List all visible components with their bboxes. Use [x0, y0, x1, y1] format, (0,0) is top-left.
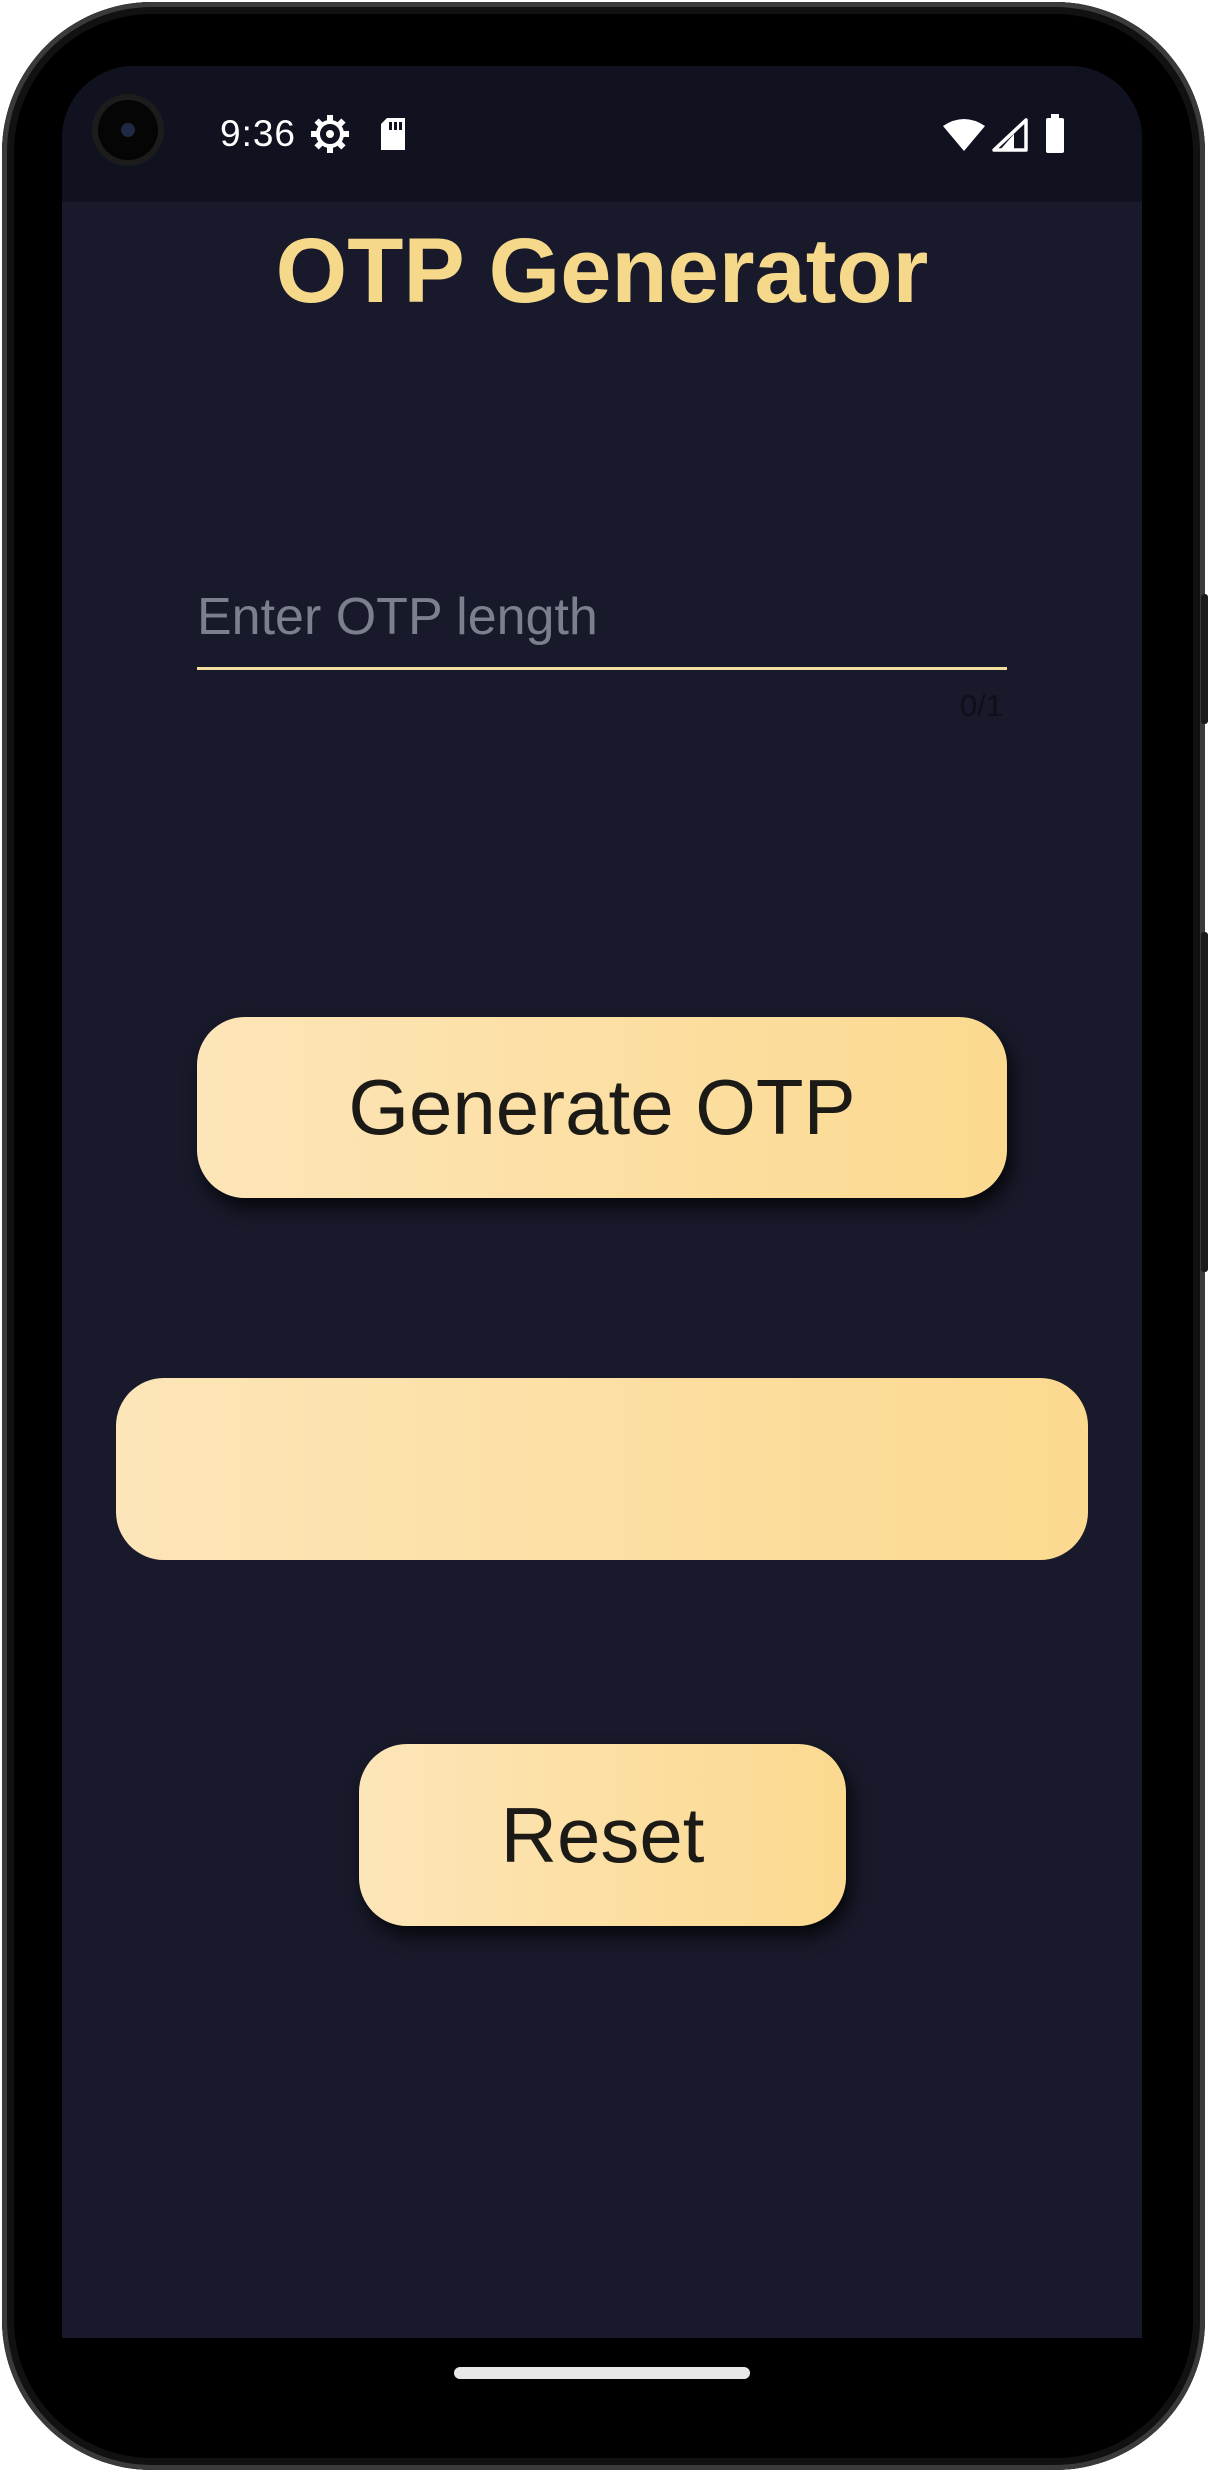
phone-frame: 9:36 OTP Generator Enter OTP length 0/1 …	[2, 2, 1208, 2470]
battery-icon	[1044, 114, 1066, 159]
otp-length-field: 0/1	[197, 566, 1007, 736]
settings-gear-icon	[310, 114, 350, 159]
page-title: OTP Generator	[275, 220, 929, 322]
otp-length-input[interactable]	[197, 566, 1007, 670]
character-counter: 0/1	[959, 688, 1003, 723]
app-screen: 9:36 OTP Generator Enter OTP length 0/1 …	[62, 66, 1142, 2338]
home-indicator[interactable]	[454, 2367, 750, 2379]
status-bar: 9:36	[62, 66, 1142, 202]
generate-otp-button[interactable]: Generate OTP	[197, 1017, 1007, 1198]
front-camera	[98, 100, 158, 160]
sd-card-icon	[378, 116, 408, 157]
reset-button[interactable]: Reset	[359, 1744, 846, 1926]
cellular-signal-icon	[992, 118, 1028, 157]
status-time: 9:36	[220, 113, 297, 154]
power-button	[1201, 594, 1208, 724]
otp-display	[116, 1378, 1088, 1560]
volume-button	[1201, 932, 1208, 1272]
wifi-icon	[942, 118, 986, 157]
